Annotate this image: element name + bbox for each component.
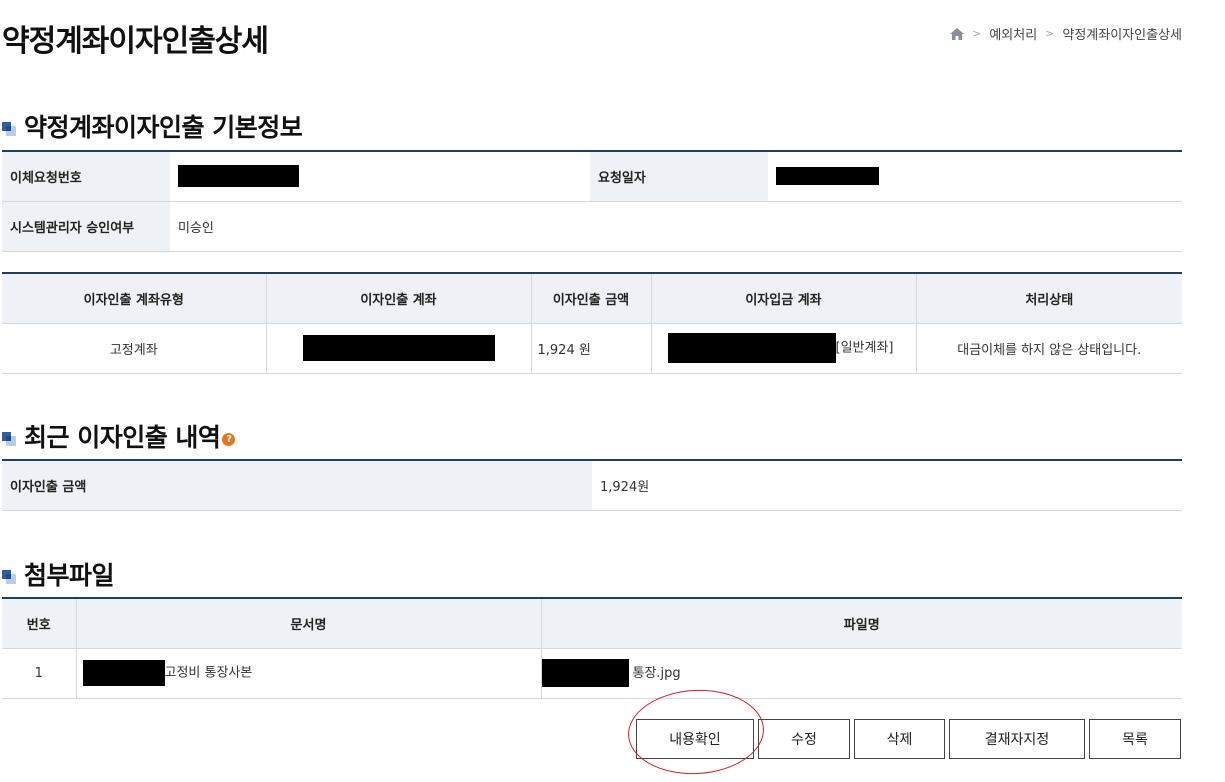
section-title-recent: 최근 이자인출 내역 ? xyxy=(2,418,236,454)
edit-button[interactable]: 수정 xyxy=(758,719,850,759)
section-title-attach: 첨부파일 xyxy=(2,556,115,592)
section-title-basic: 약정계좌이자인출 기본정보 xyxy=(2,108,303,144)
transfer-no-label: 이체요청번호 xyxy=(2,151,170,202)
confirm-button[interactable]: 내용확인 xyxy=(636,719,754,759)
withdraw-account-cell xyxy=(265,323,531,374)
attach-table: 번호 문서명 파일명 1 고정비 통장사본 통장.jpg xyxy=(2,597,1182,699)
account-type-cell: 고정계좌 xyxy=(2,323,266,374)
withdraw-amount-header: 이자인출 금액 xyxy=(530,273,651,324)
attach-file-header: 파일명 xyxy=(540,598,1182,649)
home-icon[interactable] xyxy=(950,27,965,40)
breadcrumb-item-current: 약정계좌이자인출상세 xyxy=(1062,28,1182,43)
table-row: 고정계좌 1,924 원 [일반계좌] 대금이체를 하지 않은 상태입니다. xyxy=(2,323,1182,374)
attach-no-cell: 1 xyxy=(2,648,76,699)
account-type-header: 이자인출 계좌유형 xyxy=(2,273,266,324)
deposit-account-type: [일반계좌] xyxy=(835,340,894,356)
action-buttons: 내용확인 수정 삭제 결재자지정 목록 xyxy=(636,719,1181,759)
request-date-value xyxy=(768,151,1182,202)
breadcrumb-item-exception[interactable]: 예외처리 xyxy=(989,24,1037,43)
transfer-no-value xyxy=(170,151,590,202)
deposit-account-cell: [일반계좌] xyxy=(650,323,916,374)
attach-doc-header: 문서명 xyxy=(75,598,541,649)
attach-file-cell[interactable]: 통장.jpg xyxy=(540,648,1182,699)
approval-value: 미승인 xyxy=(170,201,1182,252)
basic-info-table: 이체요청번호 요청일자 시스템관리자 승인여부 미승인 xyxy=(2,150,1182,252)
section-bullet-icon xyxy=(2,432,16,446)
chevron-right-icon: > xyxy=(972,27,982,40)
attach-no-header: 번호 xyxy=(2,598,76,649)
status-cell: 대금이체를 하지 않은 상태입니다. xyxy=(915,323,1182,374)
section-title-basic-label: 약정계좌이자인출 기본정보 xyxy=(24,113,303,142)
breadcrumb: > 예외처리 > 약정계좌이자인출상세 xyxy=(950,24,1182,43)
account-table: 이자인출 계좌유형 이자인출 계좌 이자인출 금액 이자입금 계좌 처리상태 고… xyxy=(2,272,1182,374)
recent-amount-label: 이자인출 금액 xyxy=(2,460,592,511)
withdraw-amount-cell: 1,924 원 xyxy=(530,323,651,374)
attach-doc-cell: 고정비 통장사본 xyxy=(75,648,541,699)
request-date-label: 요청일자 xyxy=(590,151,768,202)
assign-approver-button[interactable]: 결재자지정 xyxy=(949,719,1085,759)
status-header: 처리상태 xyxy=(915,273,1182,324)
approval-label: 시스템관리자 승인여부 xyxy=(2,201,170,252)
attach-file-link[interactable]: 통장.jpg xyxy=(633,666,681,681)
deposit-account-header: 이자입금 계좌 xyxy=(650,273,916,324)
chevron-right-icon: > xyxy=(1045,27,1055,40)
list-button[interactable]: 목록 xyxy=(1089,719,1181,759)
withdraw-account-header: 이자인출 계좌 xyxy=(265,273,531,324)
delete-button[interactable]: 삭제 xyxy=(854,719,945,759)
table-row: 1 고정비 통장사본 통장.jpg xyxy=(2,648,1182,699)
section-bullet-icon xyxy=(2,570,16,584)
section-bullet-icon xyxy=(2,122,16,136)
recent-amount-value: 1,924원 xyxy=(592,460,1182,511)
section-title-recent-label: 최근 이자인출 내역 xyxy=(24,423,221,452)
section-title-attach-label: 첨부파일 xyxy=(24,561,115,590)
recent-table: 이자인출 금액 1,924원 xyxy=(2,459,1182,511)
attach-doc-name: 고정비 통장사본 xyxy=(164,665,253,681)
help-icon[interactable]: ? xyxy=(222,432,236,446)
page-title: 약정계좌이자인출상세 xyxy=(2,24,269,59)
